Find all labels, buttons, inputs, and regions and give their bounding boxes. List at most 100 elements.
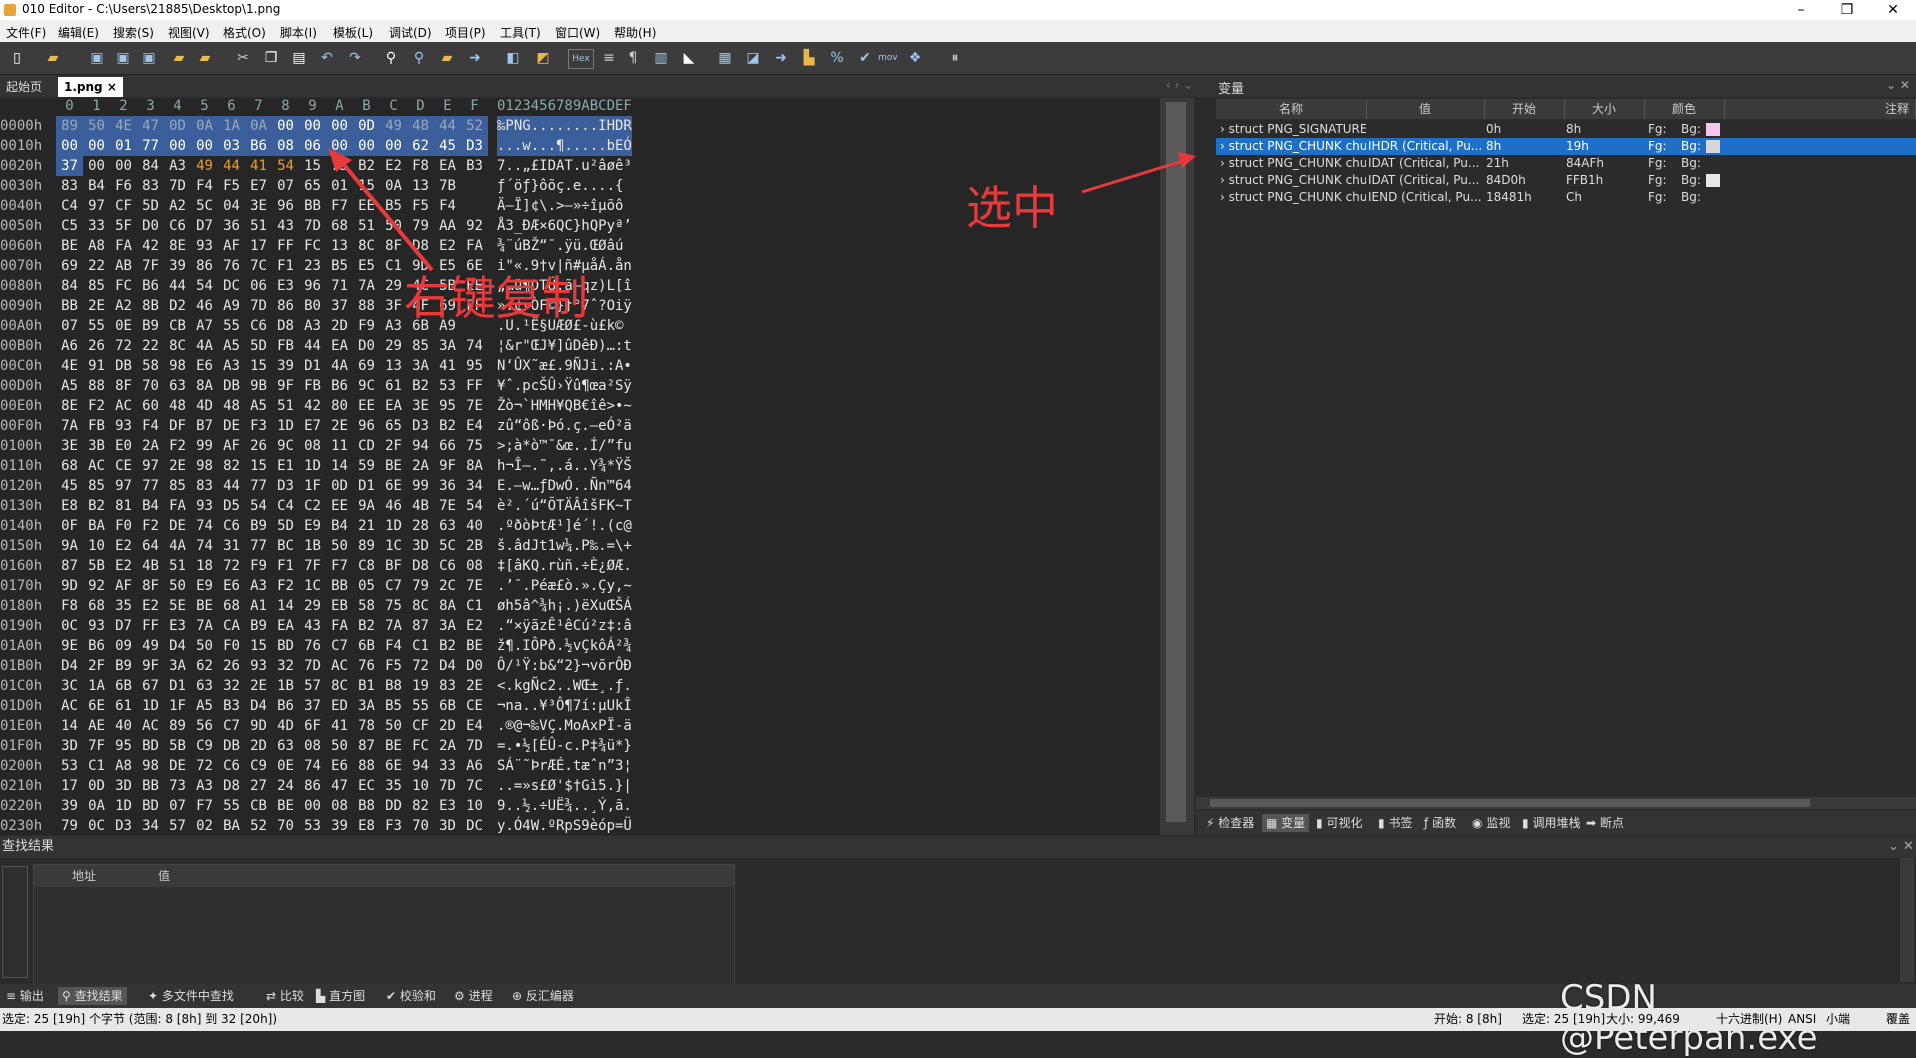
hex-byte[interactable]: 0A bbox=[191, 116, 218, 136]
hex-byte[interactable]: 08 bbox=[326, 796, 353, 816]
hex-byte[interactable]: 6E bbox=[380, 476, 407, 496]
hex-byte[interactable]: 9C bbox=[353, 376, 380, 396]
hex-byte[interactable]: 72 bbox=[218, 556, 245, 576]
hex-byte[interactable]: 17 bbox=[56, 776, 83, 796]
hex-byte[interactable]: 88 bbox=[83, 376, 110, 396]
hex-byte[interactable]: 07 bbox=[164, 796, 191, 816]
hex-byte[interactable]: E6 bbox=[326, 756, 353, 776]
hex-byte[interactable]: 35 bbox=[380, 776, 407, 796]
hex-byte[interactable]: EE bbox=[353, 396, 380, 416]
menu-file[interactable]: 文件(F) bbox=[6, 24, 46, 41]
hex-byte[interactable]: 31 bbox=[218, 536, 245, 556]
hex-byte[interactable]: 82 bbox=[407, 796, 434, 816]
hex-byte[interactable]: D0 bbox=[461, 656, 488, 676]
hex-byte[interactable]: BD bbox=[137, 796, 164, 816]
hex-byte[interactable]: D8 bbox=[407, 236, 434, 256]
hex-byte[interactable]: B9 bbox=[245, 616, 272, 636]
hex-byte[interactable]: 0D bbox=[164, 116, 191, 136]
hex-byte[interactable]: 7D bbox=[461, 736, 488, 756]
hex-byte[interactable]: FB bbox=[83, 416, 110, 436]
move-icon[interactable]: mov bbox=[878, 49, 898, 67]
hex-byte[interactable]: 93 bbox=[245, 656, 272, 676]
hex-byte[interactable]: 57 bbox=[299, 676, 326, 696]
hex-byte[interactable]: A5 bbox=[191, 696, 218, 716]
hex-byte[interactable]: 50 bbox=[326, 736, 353, 756]
hex-byte[interactable]: E7 bbox=[245, 176, 272, 196]
hex-byte[interactable]: 13 bbox=[380, 356, 407, 376]
hex-byte[interactable]: FB bbox=[272, 336, 299, 356]
hex-byte[interactable]: EC bbox=[353, 776, 380, 796]
hex-byte[interactable]: 9F bbox=[272, 376, 299, 396]
hex-byte[interactable]: 4E bbox=[56, 356, 83, 376]
hex-byte[interactable]: 7F bbox=[137, 256, 164, 276]
hex-byte[interactable]: 7D bbox=[245, 296, 272, 316]
hex-byte[interactable]: 10 bbox=[461, 796, 488, 816]
hex-byte[interactable]: D3 bbox=[407, 416, 434, 436]
hex-byte[interactable]: 60 bbox=[137, 396, 164, 416]
hex-byte[interactable]: 54 bbox=[461, 496, 488, 516]
hex-byte[interactable]: 5D bbox=[272, 516, 299, 536]
hex-byte[interactable]: 2A bbox=[434, 736, 461, 756]
hex-byte[interactable]: 00 bbox=[83, 156, 110, 176]
hex-byte[interactable]: A6 bbox=[461, 756, 488, 776]
hex-ascii[interactable]: <.kgÑc2..WŒ±¸.ƒ. bbox=[497, 676, 632, 696]
hex-byte[interactable]: 63 bbox=[164, 376, 191, 396]
hex-byte[interactable]: C6 bbox=[218, 516, 245, 536]
hex-byte[interactable]: 15 bbox=[245, 636, 272, 656]
find-col-address[interactable]: 地址 bbox=[34, 865, 135, 887]
hex-icon[interactable]: Hex bbox=[568, 49, 594, 69]
hex-byte[interactable]: 66 bbox=[434, 436, 461, 456]
hex-byte[interactable]: DB bbox=[110, 356, 137, 376]
hex-byte[interactable]: 48 bbox=[407, 116, 434, 136]
hex-byte[interactable]: FA bbox=[326, 616, 353, 636]
hex-byte[interactable]: FF bbox=[137, 616, 164, 636]
variable-row[interactable]: › struct PNG_CHUNK chunk[2]IDAT (Critica… bbox=[1216, 172, 1916, 189]
hex-byte[interactable]: C8 bbox=[353, 556, 380, 576]
hex-byte[interactable]: 39 bbox=[272, 356, 299, 376]
variable-row[interactable]: › struct PNG_SIGNATURE sig0h8hFg:Bg: bbox=[1216, 121, 1916, 138]
hex-byte[interactable]: CF bbox=[110, 196, 137, 216]
status-endian[interactable]: 小端 bbox=[1826, 1008, 1850, 1031]
hex-byte[interactable]: BA bbox=[83, 516, 110, 536]
undo-icon[interactable]: ↶ bbox=[318, 49, 336, 67]
hex-byte[interactable]: B2 bbox=[353, 156, 380, 176]
hex-byte[interactable]: 95 bbox=[461, 356, 488, 376]
hex-byte[interactable]: 40 bbox=[461, 516, 488, 536]
hex-byte[interactable]: 8E bbox=[164, 236, 191, 256]
hex-byte[interactable]: F8 bbox=[56, 596, 83, 616]
hex-byte[interactable]: A6 bbox=[56, 336, 83, 356]
hex-byte[interactable]: 9D bbox=[56, 576, 83, 596]
hex-byte[interactable]: 79 bbox=[407, 216, 434, 236]
menu-window[interactable]: 窗口(W) bbox=[555, 24, 600, 41]
hex-byte[interactable]: D7 bbox=[191, 216, 218, 236]
hex-byte[interactable]: 3F bbox=[380, 296, 407, 316]
hex-byte[interactable]: 69 bbox=[56, 256, 83, 276]
tab-compare[interactable]: ⇄ 比较 bbox=[262, 987, 308, 1005]
hex-byte[interactable]: BA bbox=[218, 816, 245, 835]
hex-byte[interactable]: CF bbox=[407, 716, 434, 736]
hex-byte[interactable]: 40 bbox=[110, 716, 137, 736]
hex-byte[interactable]: 08 bbox=[272, 136, 299, 156]
hex-byte[interactable]: 50 bbox=[326, 536, 353, 556]
hex-byte[interactable]: BE bbox=[461, 636, 488, 656]
hex-byte[interactable]: 75 bbox=[326, 156, 353, 176]
hex-byte[interactable]: 08 bbox=[299, 736, 326, 756]
hex-byte[interactable]: AA bbox=[434, 216, 461, 236]
hex-byte[interactable]: 50 bbox=[191, 636, 218, 656]
status-mode[interactable]: 十六进制(H) bbox=[1716, 1008, 1782, 1031]
hex-byte[interactable]: AC bbox=[110, 396, 137, 416]
hex-byte[interactable]: 93 bbox=[191, 236, 218, 256]
hex-ascii[interactable]: zû“ôß·Þó.ç.–eÓ²ä bbox=[497, 416, 632, 436]
hex-ascii[interactable]: ¬na..¥³Ô¶7í:µUkÎ bbox=[497, 696, 632, 716]
hex-byte[interactable]: 77 bbox=[137, 476, 164, 496]
tab-call-stack[interactable]: ▮ 调用堆栈 bbox=[1518, 814, 1584, 832]
hex-byte[interactable]: 86 bbox=[299, 776, 326, 796]
hex-byte[interactable]: D0 bbox=[137, 216, 164, 236]
hex-byte[interactable]: 8C bbox=[326, 676, 353, 696]
hex-byte[interactable]: A5 bbox=[245, 396, 272, 416]
hex-byte[interactable]: 1A bbox=[218, 116, 245, 136]
hex-byte[interactable]: AC bbox=[137, 716, 164, 736]
menu-format[interactable]: 格式(O) bbox=[223, 24, 266, 41]
hex-byte[interactable]: 46 bbox=[380, 496, 407, 516]
hex-byte[interactable]: AE bbox=[83, 716, 110, 736]
